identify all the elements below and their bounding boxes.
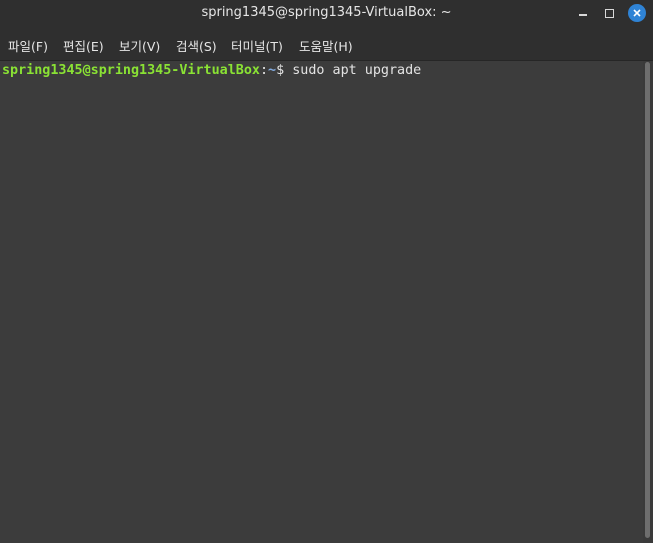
terminal-output[interactable]: spring1345@spring1345-VirtualBox:~$ sudo… [0,61,643,543]
prompt-path: ~ [268,63,277,78]
close-icon [628,4,646,22]
window-title: spring1345@spring1345-VirtualBox: ~ [201,5,452,20]
prompt-symbol: $ [276,63,293,78]
maximize-icon [604,8,614,18]
prompt-user-host: spring1345@spring1345-VirtualBox [2,63,260,78]
close-button[interactable] [627,3,647,23]
minimize-button[interactable] [573,3,593,23]
command-text: sudo apt upgrade [292,63,422,78]
menu-view[interactable]: 보기(V) [119,36,160,55]
terminal-window: spring1345@spring1345-VirtualBox: ~ 파일(F… [0,0,653,543]
close-x-glyph [633,9,641,17]
vertical-scrollbar[interactable] [643,61,653,543]
title-bar[interactable]: spring1345@spring1345-VirtualBox: ~ [0,0,653,27]
prompt-line: spring1345@spring1345-VirtualBox:~$ sudo… [2,63,421,78]
menu-help[interactable]: 도움말(H) [299,36,353,55]
menu-terminal[interactable]: 터미널(T) [231,36,283,55]
minimize-icon [579,14,587,16]
menu-bar: 파일(F) 편집(E) 보기(V) 검색(S) 터미널(T) 도움말(H) [0,27,653,61]
maximize-button[interactable] [599,3,619,23]
scrollbar-thumb[interactable] [645,62,650,538]
menu-search[interactable]: 검색(S) [176,36,217,55]
menu-file[interactable]: 파일(F) [8,36,48,55]
prompt-separator: : [259,63,269,78]
menu-edit[interactable]: 편집(E) [63,36,104,55]
